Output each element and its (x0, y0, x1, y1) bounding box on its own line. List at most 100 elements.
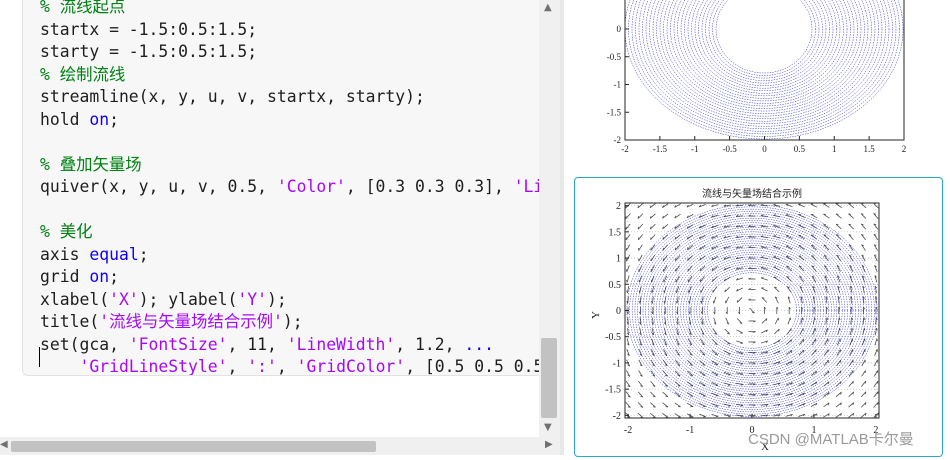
scroll-left-arrow-icon[interactable]: ◀ (0, 439, 8, 450)
y-tick-label: 1.5 (609, 227, 622, 238)
quiver-arrowhead (877, 339, 878, 341)
code-block[interactable]: % 流线起点 startx = -1.5:0.5:1.5; starty = -1.… (22, 0, 542, 376)
code-token: ); (283, 312, 303, 331)
text-cursor (39, 347, 40, 367)
y-tick-label: -1 (613, 358, 621, 369)
x-tick-label: 1 (832, 144, 837, 154)
scroll-down-arrow-icon[interactable]: ▼ (544, 422, 552, 433)
code-line[interactable]: % 流线起点 (40, 0, 542, 19)
y-tick-label: 1 (616, 254, 621, 265)
horizontal-scroll-thumb[interactable] (11, 441, 376, 452)
code-token: equal (89, 245, 138, 264)
vertical-scroll-thumb[interactable] (541, 338, 557, 418)
code-token: hold (40, 110, 89, 129)
figure-output-bottom[interactable]: 流线与矢量场结合示例 -2-1012 21.510.50-0.5-1-1.5-2… (574, 177, 943, 457)
code-line[interactable]: set(gca, 'FontSize', 11, 'LineWidth', 1.… (40, 334, 542, 357)
quiver-arrowhead (627, 280, 628, 282)
code-token: , 11, (228, 335, 287, 354)
horizontal-scrollbar[interactable]: ◀ ▶ (0, 437, 560, 455)
code-token: startx = -1.5:0.5:1.5; (40, 20, 257, 39)
code-line[interactable]: grid on; (40, 266, 542, 289)
quiver-arrowhead (824, 235, 826, 236)
quiver-arrowhead (653, 407, 655, 408)
y-axis-label: Y (590, 311, 602, 319)
code-token: quiver(x, y, u, v, 0.5, (40, 177, 277, 196)
code-line[interactable]: startx = -1.5:0.5:1.5; (40, 19, 542, 42)
code-token: ; (139, 245, 149, 264)
code-token: on (89, 267, 109, 286)
code-token: '流线与矢量场结合示例' (99, 312, 283, 331)
y-tick-label: -1.5 (605, 385, 621, 396)
code-token: ... (464, 335, 494, 354)
x-tick-label: -0.5 (723, 144, 738, 154)
code-line[interactable]: % 绘制流线 (40, 64, 542, 87)
scroll-up-arrow-icon[interactable]: ▲ (544, 2, 552, 13)
code-token: starty = -1.5:0.5:1.5; (40, 42, 257, 61)
code-line[interactable]: 'GridLineStyle', ':', 'GridColor', [0.5 … (40, 356, 542, 376)
code-token: % 叠加矢量场 (40, 155, 142, 174)
code-line[interactable]: title('流线与矢量场结合示例'); (40, 311, 542, 334)
code-token: , [0.3 0.3 0.3], (346, 177, 514, 196)
code-line[interactable]: hold on; (40, 109, 542, 132)
watermark: CSDN @MATLAB卡尔曼 (748, 428, 914, 449)
code-token: 'GridLineStyle' (79, 357, 227, 376)
code-token: % 流线起点 (40, 0, 125, 16)
code-editor-panel[interactable]: % 流线起点 startx = -1.5:0.5:1.5; starty = -1.… (0, 0, 560, 455)
quiver-arrowhead (626, 216, 627, 218)
streamline-quiver-plot: 流线与矢量场结合示例 -2-1012 21.510.50-0.5-1-1.5-2… (575, 178, 942, 456)
quiver-arrowhead (641, 417, 643, 418)
quiver-arrowhead (786, 204, 788, 205)
code-token: set(gca, (40, 335, 129, 354)
quiver-arrowhead (878, 402, 879, 404)
code-line[interactable]: % 美化 (40, 221, 542, 244)
y-tick-label: 2 (616, 201, 621, 212)
panel-divider[interactable] (560, 0, 564, 455)
code-line[interactable] (40, 199, 542, 222)
code-token: 'FontSize' (129, 335, 228, 354)
code-token: ); (267, 290, 287, 309)
quiver-arrowhead (663, 248, 664, 250)
x-tick-label: 0 (762, 144, 767, 154)
code-line[interactable]: starty = -1.5:0.5:1.5; (40, 41, 542, 64)
code-lines[interactable]: % 流线起点 startx = -1.5:0.5:1.5; starty = -1.… (40, 0, 542, 376)
x-tick-label: 2 (902, 144, 907, 154)
code-token: 'Lin (514, 177, 542, 196)
code-token: , (228, 357, 248, 376)
quiver-arrowhead (651, 237, 652, 239)
code-line[interactable]: streamline(x, y, u, v, startx, starty); (40, 86, 542, 109)
code-token: title( (40, 312, 99, 331)
code-line[interactable]: quiver(x, y, u, v, 0.5, 'Color', [0.3 0.… (40, 176, 542, 199)
streamline-plot-top: -2-1.5-1-0.500.511.52 0-0.5-1-1.5-2 (575, 0, 941, 170)
scroll-right-arrow-icon[interactable]: ▶ (545, 439, 553, 450)
quiver-arrowhead (716, 416, 718, 417)
y-tick-label: -2 (613, 411, 621, 422)
code-token: ; (109, 110, 119, 129)
plot-title: 流线与矢量场结合示例 (702, 187, 802, 200)
x-tick-label: 1.5 (864, 144, 876, 154)
quiver-arrowhead (665, 396, 667, 397)
code-token: axis (40, 245, 89, 264)
code-line[interactable]: % 叠加矢量场 (40, 154, 542, 177)
code-token: grid (40, 267, 89, 286)
y-tick-label: 0.5 (609, 280, 622, 291)
x-tick-label: 0.5 (794, 144, 806, 154)
code-line[interactable]: xlabel('X'); ylabel('Y'); (40, 289, 542, 312)
y-tick-label: -1.5 (607, 107, 622, 117)
code-token: 'Y' (237, 290, 267, 309)
y-tick-label: -2 (614, 135, 622, 145)
code-line[interactable]: axis equal; (40, 244, 542, 267)
quiver-arrowhead (853, 381, 854, 383)
code-token: 'X' (109, 290, 139, 309)
quiver-arrowhead (728, 385, 730, 386)
y-tick-label: 0 (616, 306, 621, 317)
vertical-scrollbar[interactable]: ▲ ▼ (539, 0, 560, 437)
code-token: streamline(x, y, u, v, startx, starty); (40, 87, 425, 106)
code-line[interactable] (40, 131, 542, 154)
quiver-arrowhead (773, 236, 775, 237)
figure-output-top[interactable]: -2-1.5-1-0.500.511.52 0-0.5-1-1.5-2 (575, 0, 941, 170)
axes-box-top (625, 0, 904, 140)
code-token: , 1.2, (395, 335, 464, 354)
code-token: ':' (247, 357, 277, 376)
quiver-arrowhead (865, 392, 866, 394)
code-token: xlabel( (40, 290, 109, 309)
